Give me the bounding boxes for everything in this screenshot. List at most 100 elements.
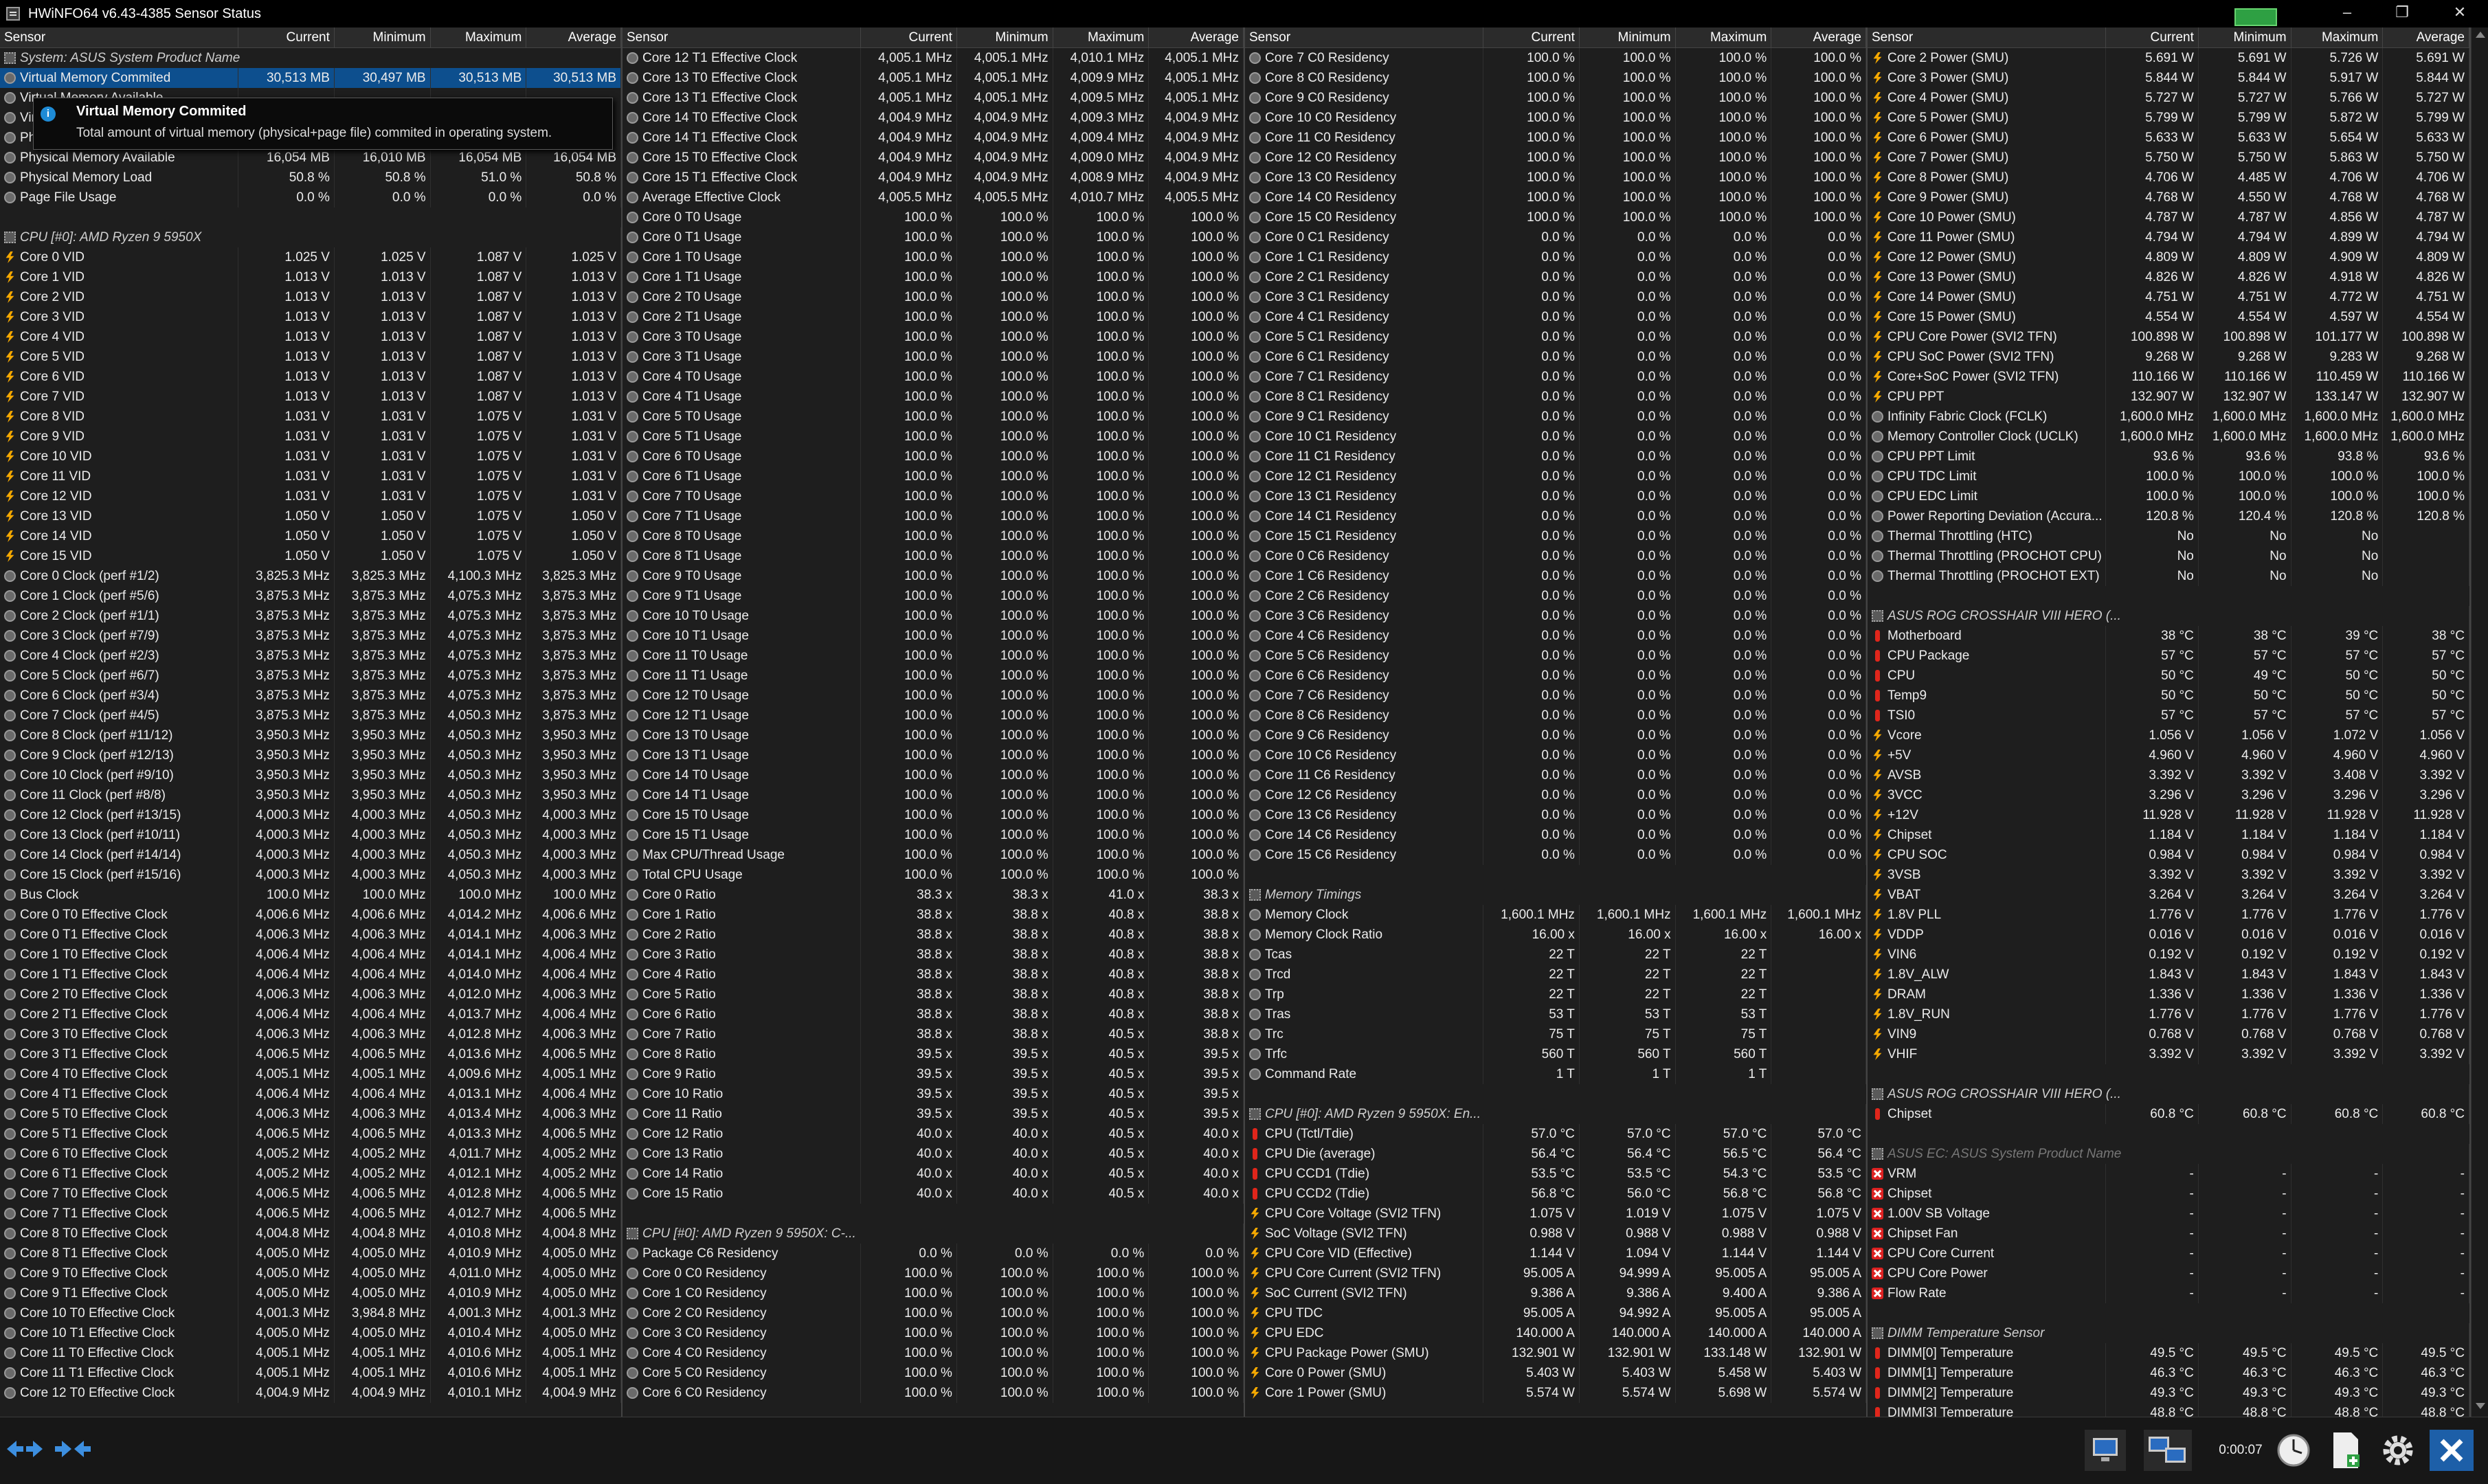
sensor-row[interactable]: Core 7 VID 1.013 V 1.013 V 1.087 V 1.013 V [0,387,621,407]
sensor-row[interactable]: Page File Usage 0.0 % 0.0 % 0.0 % 0.0 % [0,188,621,207]
sensor-row[interactable]: Core 5 C0 Residency 100.0 % 100.0 % 100.0 %… [623,1363,1244,1383]
sensor-row[interactable]: CPU Core Power - - - - [1868,1263,2469,1283]
sensor-row[interactable]: Core 5 Power (SMU) 5.799 W 5.799 W 5.872 W5… [1868,108,2469,128]
sensor-row[interactable]: Trfc 560 T 560 T 560 T [1245,1044,1866,1064]
sensor-row[interactable]: Vcore 1.056 V 1.056 V 1.072 V 1.056 V [1868,726,2469,745]
sensor-row[interactable]: Average Effective Clock 4,005.5 MHz 4,005.… [623,188,1244,207]
sensor-row[interactable]: Core 12 Ratio 40.0 x 40.0 x 40.5 x 40.0 x [623,1124,1244,1144]
sensor-row[interactable]: Core 1 Ratio 38.8 x 38.8 x 40.8 x 38.8 x [623,905,1244,925]
sensor-row[interactable]: Physical Memory Available 16,054 MB 16,010… [0,148,621,168]
sensor-row[interactable]: CPU TDC Limit 100.0 % 100.0 % 100.0 % 100.0 … [1868,466,2469,486]
sensor-row[interactable]: Core 6 Ratio 38.8 x 38.8 x 40.8 x 38.8 x [623,1004,1244,1024]
sensor-row[interactable]: Core 10 Power (SMU) 4.787 W 4.787 W 4.856 W… [1868,207,2469,227]
compare-button[interactable] [2144,1430,2192,1471]
report-button[interactable] [2325,1430,2366,1471]
sensor-row[interactable]: Core 5 T1 Usage 100.0 % 100.0 % 100.0 % 100.… [623,427,1244,447]
sensor-row[interactable]: Core 9 Ratio 39.5 x 39.5 x 40.5 x 39.5 x [623,1064,1244,1084]
sensor-row[interactable]: Core 1 Power (SMU) 5.574 W 5.574 W 5.698 W5… [1245,1383,1866,1403]
sensor-row[interactable]: Core 7 T1 Usage 100.0 % 100.0 % 100.0 % 100.… [623,506,1244,526]
sensor-row[interactable]: Core 2 C1 Residency 0.0 % 0.0 % 0.0 % 0.0 % [1245,267,1866,287]
sensor-row[interactable]: Core 11 VID 1.031 V 1.031 V 1.075 V 1.031 V [0,466,621,486]
sensor-row[interactable]: VDDP 0.016 V 0.016 V 0.016 V 0.016 V [1868,925,2469,945]
sensor-row[interactable]: Core 13 Ratio 40.0 x 40.0 x 40.5 x 40.0 x [623,1144,1244,1164]
sensor-row[interactable]: Core 12 T0 Effective Clock 4,004.9 MHz 4,0… [0,1383,621,1403]
sensor-row[interactable]: Core 0 T1 Usage 100.0 % 100.0 % 100.0 % 100.… [623,227,1244,247]
sensor-row[interactable]: CPU TDC 95.005 A 94.992 A 95.005 A 95.005 A [1245,1303,1866,1323]
column-header-minimum[interactable]: Minimum [1580,27,1676,48]
column-header-average[interactable]: Average [526,27,621,48]
sensor-row[interactable]: Core 9 T1 Effective Clock 4,005.0 MHz 4,00… [0,1283,621,1303]
sensor-row[interactable]: CPU CCD2 (Tdie) 56.8 °C 56.0 °C 56.8 °C 56.8… [1245,1184,1866,1204]
sensor-row[interactable]: Memory Clock 1,600.1 MHz 1,600.1 MHz 1,600.… [1245,905,1866,925]
sensor-row[interactable]: Core 14 Power (SMU) 4.751 W 4.751 W 4.772 W… [1868,287,2469,307]
sensor-row[interactable]: Core 9 T0 Effective Clock 4,005.0 MHz 4,00… [0,1263,621,1283]
sensor-row[interactable]: Core 4 T1 Effective Clock 4,006.4 MHz 4,00… [0,1084,621,1104]
sensor-row[interactable]: Core 10 VID 1.031 V 1.031 V 1.075 V 1.031 V [0,447,621,466]
sensor-row[interactable]: Core 11 T0 Effective Clock 4,005.1 MHz 4,0… [0,1343,621,1363]
sensor-row[interactable]: Total CPU Usage 100.0 % 100.0 % 100.0 % 100.… [623,865,1244,885]
sensor-row[interactable]: Infinity Fabric Clock (FCLK) 1,600.0 MHz 1… [1868,407,2469,427]
column-header-minimum[interactable]: Minimum [2199,27,2291,48]
clock-button[interactable] [2273,1430,2314,1471]
sensor-row[interactable]: Core 14 Clock (perf #14/14) 4,000.3 MHz 4,… [0,845,621,865]
sensor-row[interactable]: Thermal Throttling (PROCHOT CPU) No No No [1868,546,2469,566]
minimize-button[interactable]: – [2328,0,2366,25]
sensor-row[interactable]: Core 15 T0 Usage 100.0 % 100.0 % 100.0 % 100… [623,805,1244,825]
sensor-row[interactable]: Core 14 T0 Usage 100.0 % 100.0 % 100.0 % 100… [623,765,1244,785]
sensor-row[interactable]: Core 6 T0 Effective Clock 4,005.2 MHz 4,00… [0,1144,621,1164]
sensor-row[interactable]: Virtual Memory Commited 30,513 MB 30,497 M… [0,68,621,88]
sensor-group-header[interactable]: CPU [#0]: AMD Ryzen 9 5950X: En... [1245,1104,1866,1124]
sensor-row[interactable]: Memory Clock Ratio 16.00 x 16.00 x 16.00 x1… [1245,925,1866,945]
sensor-row[interactable]: Core 7 T1 Effective Clock 4,006.5 MHz 4,00… [0,1204,621,1224]
sensor-row[interactable]: Physical Memory Load 50.8 % 50.8 % 51.0 % 50… [0,168,621,188]
sensor-row[interactable]: Core 1 VID 1.013 V 1.013 V 1.087 V 1.013 V [0,267,621,287]
tray-battery-icon[interactable] [2234,8,2277,26]
sensor-row[interactable]: Core 5 Ratio 38.8 x 38.8 x 40.8 x 38.8 x [623,985,1244,1004]
sensor-row[interactable]: Core 9 C1 Residency 0.0 % 0.0 % 0.0 % 0.0 % [1245,407,1866,427]
sensor-row[interactable]: Core 0 Power (SMU) 5.403 W 5.403 W 5.458 W5… [1245,1363,1866,1383]
sensor-row[interactable]: Core 5 Clock (perf #6/7) 3,875.3 MHz 3,875… [0,666,621,686]
sensor-row[interactable]: Core 3 VID 1.013 V 1.013 V 1.087 V 1.013 V [0,307,621,327]
sensor-row[interactable]: 3VSB 3.392 V 3.392 V 3.392 V 3.392 V [1868,865,2469,885]
sensor-row[interactable]: Core+SoC Power (SVI2 TFN) 110.166 W 110.16… [1868,367,2469,387]
column-header-maximum[interactable]: Maximum [2291,27,2384,48]
column-header-sensor[interactable]: Sensor [1868,27,2107,48]
sensor-row[interactable]: Core 12 C0 Residency 100.0 % 100.0 % 100.0 … [1245,148,1866,168]
sensor-row[interactable]: 1.8V_RUN 1.776 V 1.776 V 1.776 V 1.776 V [1868,1004,2469,1024]
sensor-row[interactable]: Core 10 T1 Effective Clock 4,005.0 MHz 4,0… [0,1323,621,1343]
sensor-row[interactable]: Core 4 Clock (perf #2/3) 3,875.3 MHz 3,875… [0,646,621,666]
sensor-row[interactable]: Core 6 C0 Residency 100.0 % 100.0 % 100.0 %… [623,1383,1244,1403]
sensor-row[interactable]: CPU SoC Power (SVI2 TFN) 9.268 W 9.268 W 9.… [1868,347,2469,367]
sensor-row[interactable]: Core 12 T1 Effective Clock 4,005.1 MHz 4,0… [623,48,1244,68]
sensor-row[interactable]: Core 2 C6 Residency 0.0 % 0.0 % 0.0 % 0.0 % [1245,586,1866,606]
sensor-row[interactable]: Core 15 T0 Effective Clock 4,004.9 MHz 4,0… [623,148,1244,168]
column-header-minimum[interactable]: Minimum [335,27,431,48]
sensor-row[interactable]: Core 1 C1 Residency 0.0 % 0.0 % 0.0 % 0.0 % [1245,247,1866,267]
sensor-row[interactable]: Core 13 C1 Residency 0.0 % 0.0 % 0.0 % 0.0 % [1245,486,1866,506]
sensor-row[interactable]: Core 15 T1 Usage 100.0 % 100.0 % 100.0 % 100… [623,825,1244,845]
scroll-down-icon[interactable] [2476,1403,2485,1409]
sensor-row[interactable]: Core 1 T0 Usage 100.0 % 100.0 % 100.0 % 100.… [623,247,1244,267]
sensor-row[interactable]: VRM - - - - [1868,1164,2469,1184]
sensor-row[interactable]: Core 5 T0 Effective Clock 4,006.3 MHz 4,00… [0,1104,621,1124]
sensor-row[interactable]: Core 1 T1 Usage 100.0 % 100.0 % 100.0 % 100.… [623,267,1244,287]
sensor-row[interactable]: Core 0 C6 Residency 0.0 % 0.0 % 0.0 % 0.0 % [1245,546,1866,566]
sensor-row[interactable]: Core 11 T1 Usage 100.0 % 100.0 % 100.0 % 100… [623,666,1244,686]
sensor-row[interactable]: Core 8 Clock (perf #11/12) 3,950.3 MHz 3,9… [0,726,621,745]
sensor-row[interactable]: Core 10 C1 Residency 0.0 % 0.0 % 0.0 % 0.0 % [1245,427,1866,447]
sensor-row[interactable]: Core 4 C0 Residency 100.0 % 100.0 % 100.0 %… [623,1343,1244,1363]
sensor-group-header[interactable]: System: ASUS System Product Name [0,48,621,68]
sensor-row[interactable]: Core 12 Power (SMU) 4.809 W 4.809 W 4.909 W… [1868,247,2469,267]
sensor-row[interactable]: Core 1 Clock (perf #5/6) 3,875.3 MHz 3,875… [0,586,621,606]
sensor-row[interactable]: Core 13 VID 1.050 V 1.050 V 1.075 V 1.050 V [0,506,621,526]
sensor-row[interactable]: Core 10 T1 Usage 100.0 % 100.0 % 100.0 % 100… [623,626,1244,646]
sensor-row[interactable]: Core 12 VID 1.031 V 1.031 V 1.075 V 1.031 V [0,486,621,506]
sensor-row[interactable]: +5V 4.960 V 4.960 V 4.960 V 4.960 V [1868,745,2469,765]
sensor-row[interactable]: Core 6 VID 1.013 V 1.013 V 1.087 V 1.013 V [0,367,621,387]
sensor-row[interactable]: Core 2 T1 Effective Clock 4,006.4 MHz 4,00… [0,1004,621,1024]
sensor-group-header[interactable]: CPU [#0]: AMD Ryzen 9 5950X: C-... [623,1224,1244,1244]
sensor-row[interactable]: Core 13 T0 Usage 100.0 % 100.0 % 100.0 % 100… [623,726,1244,745]
sensor-row[interactable]: Core 6 C1 Residency 0.0 % 0.0 % 0.0 % 0.0 % [1245,347,1866,367]
sensor-row[interactable]: Core 3 T0 Effective Clock 4,006.3 MHz 4,00… [0,1024,621,1044]
sensor-row[interactable]: Core 9 Clock (perf #12/13) 3,950.3 MHz 3,9… [0,745,621,765]
